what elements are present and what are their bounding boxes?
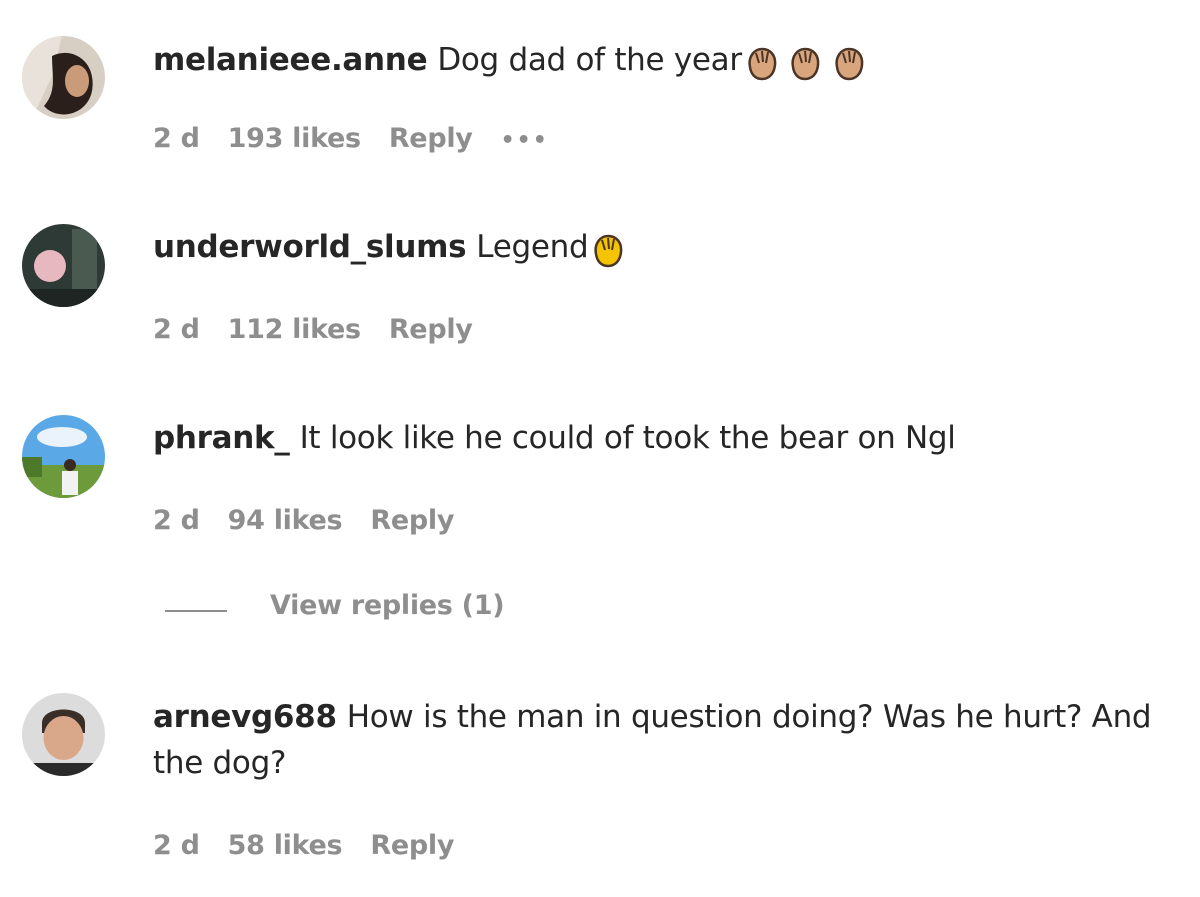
comment-meta: 2 d 193 likes Reply ••• [153,123,577,154]
timestamp: 2 d [153,123,200,154]
reply-button[interactable]: Reply [389,123,473,154]
comment-text: phrank_ It look like he could of took the… [153,415,1163,461]
more-options-icon[interactable]: ••• [501,128,549,153]
likes-count[interactable]: 193 likes [228,123,361,154]
clapping-hands-icon [594,226,628,272]
comment-meta: 2 d 94 likes Reply [153,505,482,536]
timestamp: 2 d [153,830,200,861]
timestamp: 2 d [153,505,200,536]
comment-body: Legend [476,229,589,265]
username[interactable]: melanieee.anne [153,42,428,78]
avatar[interactable] [22,36,105,119]
avatar[interactable] [22,224,105,307]
reply-button[interactable]: Reply [389,314,473,345]
username[interactable]: arnevg688 [153,699,337,735]
likes-count[interactable]: 94 likes [228,505,343,536]
likes-count[interactable]: 112 likes [228,314,361,345]
avatar[interactable] [22,693,105,776]
comment-meta: 2 d 112 likes Reply [153,314,501,345]
comment-text: underworld_slums Legend [153,224,1163,272]
view-replies-divider [165,610,227,612]
timestamp: 2 d [153,314,200,345]
reply-button[interactable]: Reply [370,830,454,861]
avatar[interactable] [22,415,105,498]
comment-text: arnevg688 How is the man in question doin… [153,694,1163,786]
likes-count[interactable]: 58 likes [228,830,343,861]
username[interactable]: phrank_ [153,420,290,456]
username[interactable]: underworld_slums [153,229,467,265]
comment-meta: 2 d 58 likes Reply [153,830,482,861]
comment-body: It look like he could of took the bear o… [299,420,956,456]
reply-button[interactable]: Reply [370,505,454,536]
comment-body: Dog dad of the year [437,42,742,78]
comment-text: melanieee.anne Dog dad of the year [153,37,1163,85]
view-replies-label[interactable]: View replies (1) [270,590,505,621]
clapping-hands-icon [748,39,869,85]
